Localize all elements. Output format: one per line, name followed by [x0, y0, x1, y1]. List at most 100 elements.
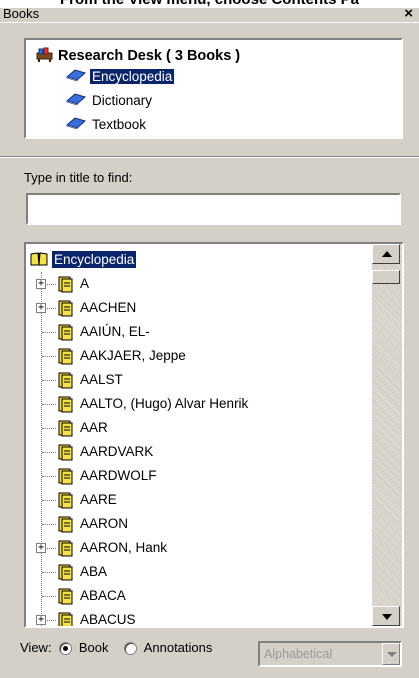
tree-item-label: AARE: [80, 492, 117, 507]
book-item-encyclopedia[interactable]: Encyclopedia: [65, 66, 176, 86]
book-icon: [65, 68, 87, 85]
window-title: Books: [3, 6, 40, 21]
tree-item[interactable]: AAIÚN, EL-: [26, 320, 372, 344]
tree-item[interactable]: + AARON, Hank: [26, 536, 372, 560]
tree-item[interactable]: AALTO, (Hugo) Alvar Henrik: [26, 392, 372, 416]
tree-branch-line: [42, 404, 56, 405]
books-list[interactable]: Research Desk ( 3 Books ) Encyclopedia D…: [24, 38, 403, 139]
article-icon: [58, 347, 74, 365]
scroll-down-button[interactable]: [372, 606, 400, 626]
tree-scrollbar[interactable]: [372, 244, 402, 626]
article-icon: [58, 419, 74, 437]
tree-item-label: AALTO, (Hugo) Alvar Henrik: [80, 396, 249, 411]
tree-item-label: AAKJAER, Jeppe: [80, 348, 186, 363]
dropdown-button[interactable]: [382, 643, 400, 665]
view-options: View: Book Annotations: [20, 640, 212, 666]
tree-item-label: AACHEN: [80, 300, 137, 315]
tree-item[interactable]: ABA: [26, 560, 372, 584]
tree-item-label: AARDVARK: [80, 444, 154, 459]
tree-branch-line: [42, 452, 56, 453]
tree-list: Encyclopedia + A + AACHEN AAIÚN, EL- AAKJAER,…: [26, 244, 372, 626]
tree-item-label: AARON: [80, 516, 129, 531]
tree-item[interactable]: + ABACUS: [26, 608, 372, 626]
open-book-icon: [30, 251, 48, 269]
tree-branch-line: [42, 380, 56, 381]
tree-item-label: ABACA: [80, 588, 126, 603]
books-root-label: Research Desk ( 3 Books ): [58, 48, 241, 64]
article-icon: [58, 443, 74, 461]
tree-item[interactable]: + AACHEN: [26, 296, 372, 320]
arrow-down-icon: [382, 614, 392, 620]
book-item-dictionary[interactable]: Dictionary: [65, 90, 154, 110]
close-icon[interactable]: ×: [404, 5, 413, 22]
tree-item[interactable]: + A: [26, 272, 372, 296]
article-icon: [58, 563, 74, 581]
expand-icon[interactable]: +: [36, 615, 46, 625]
sort-value: Alphabetical: [264, 647, 333, 661]
title-bar: Books ×: [0, 5, 419, 23]
article-icon: [58, 587, 74, 605]
article-icon: [58, 299, 74, 317]
book-icon: [65, 116, 87, 133]
book-item-textbook[interactable]: Textbook: [65, 114, 148, 134]
book-label: Textbook: [92, 116, 147, 132]
tree-branch-line: [42, 524, 56, 525]
tree-item[interactable]: AAKJAER, Jeppe: [26, 344, 372, 368]
book-icon: [65, 92, 87, 109]
instruction-text-cut: From the View menu, choose Contents Pa: [0, 0, 419, 8]
sort-dropdown[interactable]: Alphabetical: [258, 641, 402, 667]
tree-item-label: AARON, Hank: [80, 540, 168, 555]
tree-item[interactable]: AALST: [26, 368, 372, 392]
research-desk-icon: [36, 47, 54, 66]
book-label: Encyclopedia: [88, 67, 176, 85]
article-icon: [58, 491, 74, 509]
tree-root-label: Encyclopedia: [50, 250, 138, 269]
article-icon: [58, 539, 74, 557]
view-book-label: Book: [78, 640, 109, 655]
article-icon: [58, 323, 74, 341]
tree-root-item[interactable]: Encyclopedia: [26, 248, 372, 272]
chevron-down-icon: [387, 652, 397, 657]
arrow-up-icon: [382, 251, 392, 257]
tree-item-label: AAIÚN, EL-: [80, 324, 150, 339]
article-icon: [58, 467, 74, 485]
view-book-radio[interactable]: [59, 642, 73, 656]
view-annotations-radio[interactable]: [124, 642, 138, 656]
expand-icon[interactable]: +: [36, 279, 46, 289]
divider: [0, 156, 419, 158]
tree-item[interactable]: ABACA: [26, 584, 372, 608]
find-label: Type in title to find:: [24, 170, 133, 185]
tree-branch-line: [42, 500, 56, 501]
tree-item-label: AALST: [80, 372, 123, 387]
tree-item[interactable]: AAR: [26, 416, 372, 440]
view-annotations-label: Annotations: [143, 640, 213, 655]
article-icon: [58, 371, 74, 389]
tree-item-label: ABA: [80, 564, 108, 579]
tree-item[interactable]: AARE: [26, 488, 372, 512]
books-root-item[interactable]: Research Desk ( 3 Books ): [36, 46, 240, 66]
scroll-up-button[interactable]: [372, 244, 400, 264]
scroll-thumb[interactable]: [372, 270, 400, 284]
tree-branch-line: [42, 332, 56, 333]
contents-tree[interactable]: Encyclopedia + A + AACHEN AAIÚN, EL- AAKJAER,…: [24, 242, 404, 628]
tree-item[interactable]: AARDWOLF: [26, 464, 372, 488]
expand-icon[interactable]: +: [36, 543, 46, 553]
book-label: Dictionary: [92, 92, 153, 108]
tree-item-label: ABACUS: [80, 612, 136, 626]
find-field-frame: [26, 193, 401, 225]
tree-branch-line: [42, 476, 56, 477]
article-icon: [58, 395, 74, 413]
expand-icon[interactable]: +: [36, 303, 46, 313]
tree-item-label: AAR: [80, 420, 108, 435]
tree-item[interactable]: AARON: [26, 512, 372, 536]
tree-item[interactable]: AARDVARK: [26, 440, 372, 464]
title-search-input[interactable]: [28, 195, 399, 223]
article-icon: [58, 275, 74, 293]
tree-branch-line: [42, 572, 56, 573]
view-label: View:: [20, 640, 52, 655]
tree-item-label: AARDWOLF: [80, 468, 157, 483]
article-icon: [58, 611, 74, 626]
tree-branch-line: [42, 596, 56, 597]
tree-branch-line: [42, 428, 56, 429]
tree-item-label: A: [80, 276, 90, 291]
